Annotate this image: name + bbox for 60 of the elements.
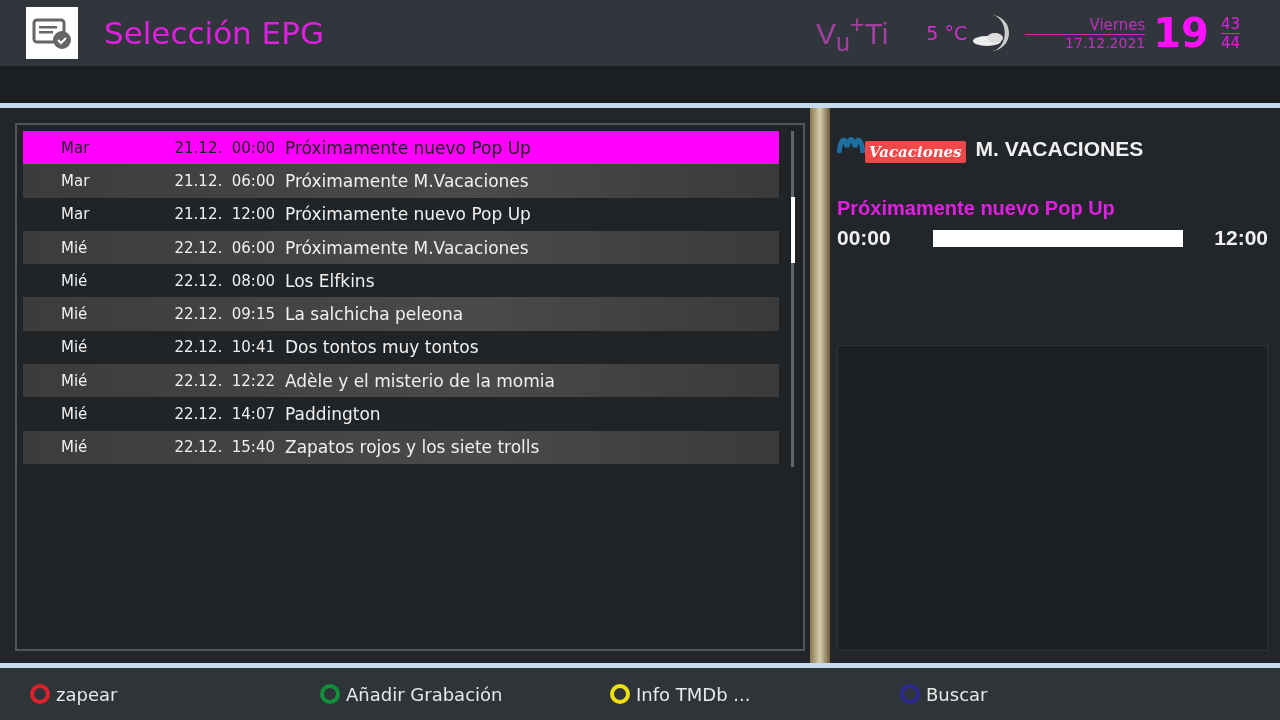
epg-row[interactable]: Mié 22.12. 15:40 Zapatos rojos y los siete trolls <box>23 430 779 464</box>
color-key[interactable]: Info TMDb ... <box>610 683 900 705</box>
row-day: Mié <box>23 438 133 457</box>
row-datetime: 22.12. 15:40 <box>173 438 275 457</box>
color-key[interactable]: Buscar <box>900 683 1190 705</box>
row-day: Mié <box>23 305 133 324</box>
epg-row[interactable]: Mié 22.12. 09:15 La salchicha peleona <box>23 297 779 331</box>
row-datetime: 22.12. 10:41 <box>173 338 275 357</box>
row-datetime: 22.12. 06:00 <box>173 238 275 257</box>
channel-name: M. VACACIONES <box>975 137 1144 161</box>
row-title: Paddington <box>285 404 381 424</box>
row-title: Próximamente M.Vacaciones <box>285 170 529 191</box>
end-time: 12:00 <box>1214 226 1268 250</box>
epg-icon <box>26 7 78 59</box>
color-key[interactable]: zapear <box>30 683 320 705</box>
channel-logo: Vacaciones <box>837 135 966 163</box>
temperature: 5 °C <box>926 22 968 44</box>
brand-logo: V$_{u}$$^{+}$Ti <box>815 9 889 57</box>
clock-hour: 19 <box>1153 10 1209 56</box>
row-title: La salchicha peleona <box>285 304 464 325</box>
row-day: Mar <box>23 205 133 224</box>
row-day: Mar <box>23 171 133 190</box>
epg-row[interactable]: Mar 21.12. 00:00 Próximamente nuevo Pop Up <box>23 131 779 165</box>
row-title: Próximamente nuevo Pop Up <box>285 204 531 225</box>
row-day: Mar <box>23 138 133 157</box>
epg-row[interactable]: Mié 22.12. 08:00 Los Elfkins <box>23 264 779 298</box>
row-title: Zapatos rojos y los siete trolls <box>285 437 540 458</box>
row-datetime: 22.12. 14:07 <box>173 405 275 423</box>
row-datetime: 22.12. 09:15 <box>173 305 275 324</box>
epg-row[interactable]: Mié 22.12. 12:22 Adèle y el misterio de la momia <box>23 364 779 398</box>
row-title: Adèle y el misterio de la momia <box>285 370 555 391</box>
event-title: Próximamente nuevo Pop Up <box>837 197 1116 220</box>
start-time: 00:00 <box>837 226 892 250</box>
color-key[interactable]: Añadir Grabación <box>320 683 610 705</box>
row-title: Dos tontos muy tontos <box>285 337 479 358</box>
scrollbar[interactable] <box>791 131 794 467</box>
epg-row[interactable]: Mié 22.12. 10:41 Dos tontos muy tontos <box>23 330 779 365</box>
row-title: Próximamente nuevo Pop Up <box>285 137 531 158</box>
epg-row[interactable]: Mar 21.12. 12:00 Próximamente nuevo Pop Up <box>23 197 779 231</box>
screen-title: Selección EPG <box>104 15 324 51</box>
row-datetime: 21.12. 00:00 <box>173 138 275 157</box>
row-datetime: 22.12. 08:00 <box>173 271 275 290</box>
row-datetime: 22.12. 12:22 <box>173 371 275 390</box>
clock-seconds: 44 <box>1220 33 1240 52</box>
epg-row[interactable]: Mié 22.12. 14:07 Paddington <box>23 397 779 431</box>
row-title: Próximamente M.Vacaciones <box>285 237 529 258</box>
row-day: Mié <box>23 338 133 357</box>
row-day: Mié <box>23 371 133 390</box>
row-day: Mié <box>23 271 133 290</box>
row-day: Mié <box>23 405 133 423</box>
moon-cloud-icon <box>971 14 1012 52</box>
epg-row[interactable]: Mar 21.12. 06:00 Próximamente M.Vacaciones <box>23 164 779 198</box>
date: 17.12.2021 <box>1065 34 1146 51</box>
row-datetime: 21.12. 12:00 <box>173 205 275 224</box>
row-day: Mié <box>23 238 133 257</box>
row-datetime: 21.12. 06:00 <box>173 171 275 190</box>
row-title: Los Elfkins <box>285 270 375 291</box>
weekday: Viernes <box>1025 15 1146 35</box>
clock-minutes: 43 <box>1220 14 1240 34</box>
epg-row[interactable]: Mié 22.12. 06:00 Próximamente M.Vacaciones <box>23 230 779 265</box>
